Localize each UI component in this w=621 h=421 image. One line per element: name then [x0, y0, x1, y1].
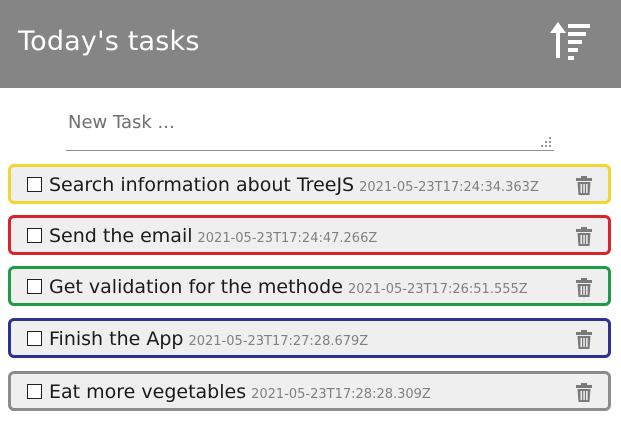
task-title: Search information about TreeJS — [49, 174, 355, 196]
task-title: Get validation for the methode — [49, 276, 343, 298]
task-item: Get validation for the methode 2021-05-23… — [8, 266, 611, 306]
new-task-input[interactable] — [66, 104, 554, 150]
delete-task-button[interactable] — [576, 330, 592, 349]
task-checkbox[interactable] — [27, 279, 42, 294]
sort-button[interactable] — [548, 20, 594, 62]
delete-task-button[interactable] — [576, 383, 592, 402]
task-title: Send the email — [49, 225, 193, 247]
task-item: Finish the App 2021-05-23T17:27:28.679Z — [8, 318, 611, 358]
sort-amount-icon — [550, 22, 590, 60]
task-text: Eat more vegetables 2021-05-23T17:28:28.3… — [49, 380, 431, 407]
task-date: 2021-05-23T17:26:51.555Z — [347, 282, 528, 297]
task-checkbox[interactable] — [27, 331, 42, 346]
task-title: Eat more vegetables — [49, 381, 247, 403]
resize-grip-icon[interactable] — [541, 137, 551, 147]
task-date: 2021-05-23T17:24:47.266Z — [197, 231, 378, 246]
task-text: Finish the App 2021-05-23T17:27:28.679Z — [49, 327, 368, 354]
delete-task-button[interactable] — [576, 227, 592, 246]
page-title: Today's tasks — [18, 26, 200, 57]
trash-icon — [576, 176, 592, 195]
new-task-field[interactable] — [66, 104, 554, 151]
delete-task-button[interactable] — [576, 176, 592, 195]
task-item: Send the email 2021-05-23T17:24:47.266Z — [8, 215, 611, 255]
app-header: Today's tasks — [0, 0, 621, 88]
task-date: 2021-05-23T17:24:34.363Z — [359, 180, 539, 195]
trash-icon — [576, 227, 592, 246]
task-text: Get validation for the methode 2021-05-23… — [49, 275, 528, 302]
task-date: 2021-05-23T17:28:28.309Z — [251, 387, 431, 402]
task-text: Search information about TreeJS 2021-05-2… — [49, 173, 539, 200]
delete-task-button[interactable] — [576, 278, 592, 297]
trash-icon — [576, 278, 592, 297]
task-checkbox[interactable] — [27, 228, 42, 243]
task-text: Send the email 2021-05-23T17:24:47.266Z — [49, 224, 377, 251]
task-title: Finish the App — [49, 328, 184, 350]
task-date: 2021-05-23T17:27:28.679Z — [188, 334, 369, 349]
task-item: Search information about TreeJS 2021-05-2… — [8, 164, 611, 204]
trash-icon — [576, 383, 592, 402]
task-checkbox[interactable] — [27, 177, 42, 192]
trash-icon — [576, 330, 592, 349]
task-item: Eat more vegetables 2021-05-23T17:28:28.3… — [8, 371, 611, 411]
task-checkbox[interactable] — [27, 384, 42, 399]
